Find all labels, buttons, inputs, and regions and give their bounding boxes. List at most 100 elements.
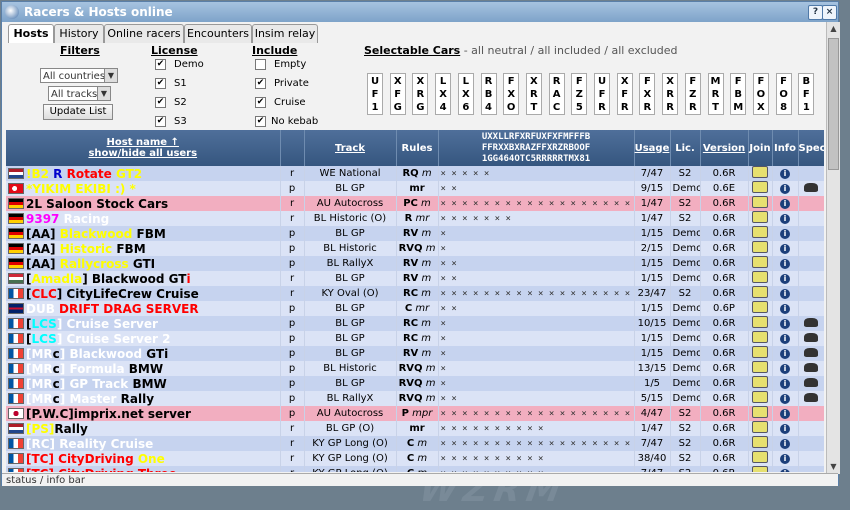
- info-icon[interactable]: i: [780, 424, 790, 434]
- host-name-cell[interactable]: *YIKIM EKIBI :) *: [6, 181, 281, 196]
- info-cell[interactable]: i: [772, 211, 799, 226]
- info-icon[interactable]: i: [780, 454, 790, 464]
- join-icon[interactable]: [752, 376, 768, 388]
- info-cell[interactable]: i: [772, 226, 799, 241]
- tab-hosts[interactable]: Hosts: [8, 24, 54, 45]
- join-cell[interactable]: [748, 196, 773, 211]
- join-icon[interactable]: [752, 286, 768, 298]
- car-toggle-xfr[interactable]: XFR: [616, 73, 633, 115]
- usage-header[interactable]: Usage: [634, 130, 671, 166]
- info-icon[interactable]: i: [780, 184, 790, 194]
- track-header[interactable]: Track: [304, 130, 397, 166]
- info-icon[interactable]: i: [780, 334, 790, 344]
- info-cell[interactable]: i: [772, 181, 799, 196]
- info-icon[interactable]: i: [780, 214, 790, 224]
- selectable-cars-heading[interactable]: Selectable Cars: [364, 44, 460, 57]
- join-cell[interactable]: [748, 331, 773, 346]
- info-cell[interactable]: i: [772, 406, 799, 421]
- table-row[interactable]: 9397 Racing r BL Historic (O) R mr × × × × ×…: [6, 211, 824, 226]
- join-icon[interactable]: [752, 361, 768, 373]
- table-row[interactable]: DUB DRIFT DRAG SERVER p BL GP C mr × × 1/15 De…: [6, 301, 824, 316]
- table-row[interactable]: [LCS] Cruise Server 2 p BL GP RC m × 1/15 Dem…: [6, 331, 824, 346]
- car-toggle-fo8[interactable]: FO8: [775, 73, 792, 115]
- host-name-cell[interactable]: !B2 R Rotate GT2: [6, 166, 281, 181]
- join-cell[interactable]: [748, 211, 773, 226]
- join-icon[interactable]: [752, 181, 768, 193]
- info-icon[interactable]: i: [780, 169, 790, 179]
- table-row[interactable]: [AA] Historic FBM p BL Historic RVQ m × 2/15…: [6, 241, 824, 256]
- spec-cell[interactable]: [798, 391, 824, 406]
- table-row[interactable]: [TC] CityDriving One r KY GP Long (O) C m × …: [6, 451, 824, 466]
- host-name-sort[interactable]: Host name ↑: [6, 137, 280, 148]
- close-icon[interactable]: ×: [822, 5, 837, 20]
- join-icon[interactable]: [752, 346, 768, 358]
- spectate-icon[interactable]: [804, 332, 818, 342]
- host-name-cell[interactable]: DUB DRIFT DRAG SERVER: [6, 301, 281, 316]
- join-cell[interactable]: [748, 271, 773, 286]
- car-toggle-fxr[interactable]: FXR: [639, 73, 656, 115]
- car-toggle-fzr[interactable]: FZR: [684, 73, 701, 115]
- info-cell[interactable]: i: [772, 346, 799, 361]
- join-icon[interactable]: [752, 271, 768, 283]
- vertical-scrollbar[interactable]: ▲ ▼: [826, 22, 840, 474]
- host-name-cell[interactable]: 2L Saloon Stock Cars: [6, 196, 281, 211]
- car-toggle-fox[interactable]: FOX: [752, 73, 769, 115]
- table-row[interactable]: [LCS] Cruise Server p BL GP RC m × 10/15 Demo…: [6, 316, 824, 331]
- info-icon[interactable]: i: [780, 229, 790, 239]
- info-icon[interactable]: i: [780, 319, 790, 329]
- info-cell[interactable]: i: [772, 451, 799, 466]
- join-icon[interactable]: [752, 301, 768, 313]
- show-hide-users-link[interactable]: show/hide all users: [6, 148, 280, 159]
- info-cell[interactable]: i: [772, 331, 799, 346]
- host-name-cell[interactable]: [MRc] GP Track BMW: [6, 376, 281, 391]
- join-cell[interactable]: [748, 166, 773, 181]
- info-cell[interactable]: i: [772, 376, 799, 391]
- car-toggle-uf1[interactable]: UF1: [367, 73, 383, 115]
- join-cell[interactable]: [748, 286, 773, 301]
- join-icon[interactable]: [752, 331, 768, 343]
- car-toggle-fz5[interactable]: FZ5: [571, 73, 588, 115]
- table-row[interactable]: [AA] Rallycross GTI p BL RallyX RV m × × 1/15…: [6, 256, 824, 271]
- include-private-checkbox[interactable]: ✔: [255, 78, 266, 89]
- join-icon[interactable]: [752, 256, 768, 268]
- track-select[interactable]: All tracks ▼: [48, 86, 111, 101]
- join-cell[interactable]: [748, 301, 773, 316]
- host-name-cell[interactable]: [AA] Rallycross GTI: [6, 256, 281, 271]
- host-name-cell[interactable]: [MRc] Blackwood GTi: [6, 346, 281, 361]
- car-toggle-lx4[interactable]: LX4: [435, 73, 452, 115]
- table-row[interactable]: [P.W.C]imprix.net server p AU Autocross P m…: [6, 406, 824, 421]
- host-name-cell[interactable]: [AA] Blackwood FBM: [6, 226, 281, 241]
- join-cell[interactable]: [748, 361, 773, 376]
- table-row[interactable]: [MRc] Formula BMW p BL Historic RVQ m × 13/1…: [6, 361, 824, 376]
- host-name-cell[interactable]: [RC] Reality Cruise: [6, 436, 281, 451]
- join-cell[interactable]: [748, 241, 773, 256]
- host-name-cell[interactable]: 9397 Racing: [6, 211, 281, 226]
- join-cell[interactable]: [748, 406, 773, 421]
- car-toggle-rac[interactable]: RAC: [548, 73, 565, 115]
- info-cell[interactable]: i: [772, 271, 799, 286]
- info-icon[interactable]: i: [780, 259, 790, 269]
- car-toggle-mrt[interactable]: MRT: [707, 73, 724, 115]
- table-row[interactable]: [Amadla] Blackwood GTi r BL GP RV m × × 1/15 D…: [6, 271, 824, 286]
- table-row[interactable]: [TC] CityDriving Three rKY GP Long (O)C m…: [6, 466, 824, 472]
- table-row[interactable]: [PS]Rally r BL GP (O) mr × × × × × × × × × ×…: [6, 421, 824, 436]
- join-icon[interactable]: [752, 451, 768, 463]
- info-icon[interactable]: i: [780, 409, 790, 419]
- scroll-thumb[interactable]: [828, 38, 839, 170]
- join-cell[interactable]: [748, 346, 773, 361]
- table-row[interactable]: !B2 R Rotate GT2 r WE National RQ m × × × ×…: [6, 166, 824, 181]
- table-row[interactable]: [RC] Reality Cruise r KY GP Long (O) C m × ×…: [6, 436, 824, 451]
- host-name-cell[interactable]: [P.W.C]imprix.net server: [6, 406, 281, 421]
- info-cell[interactable]: i: [772, 166, 799, 181]
- spectate-icon[interactable]: [804, 317, 818, 327]
- join-cell[interactable]: [748, 451, 773, 466]
- spectate-icon[interactable]: [804, 392, 818, 402]
- info-icon[interactable]: i: [780, 469, 790, 472]
- host-name-cell[interactable]: [LCS] Cruise Server 2: [6, 331, 281, 346]
- info-icon[interactable]: i: [780, 379, 790, 389]
- join-icon[interactable]: [752, 466, 768, 472]
- license-s2-checkbox[interactable]: ✔: [155, 97, 166, 108]
- info-icon[interactable]: i: [780, 244, 790, 254]
- spectate-icon[interactable]: [804, 347, 818, 357]
- info-icon[interactable]: i: [780, 304, 790, 314]
